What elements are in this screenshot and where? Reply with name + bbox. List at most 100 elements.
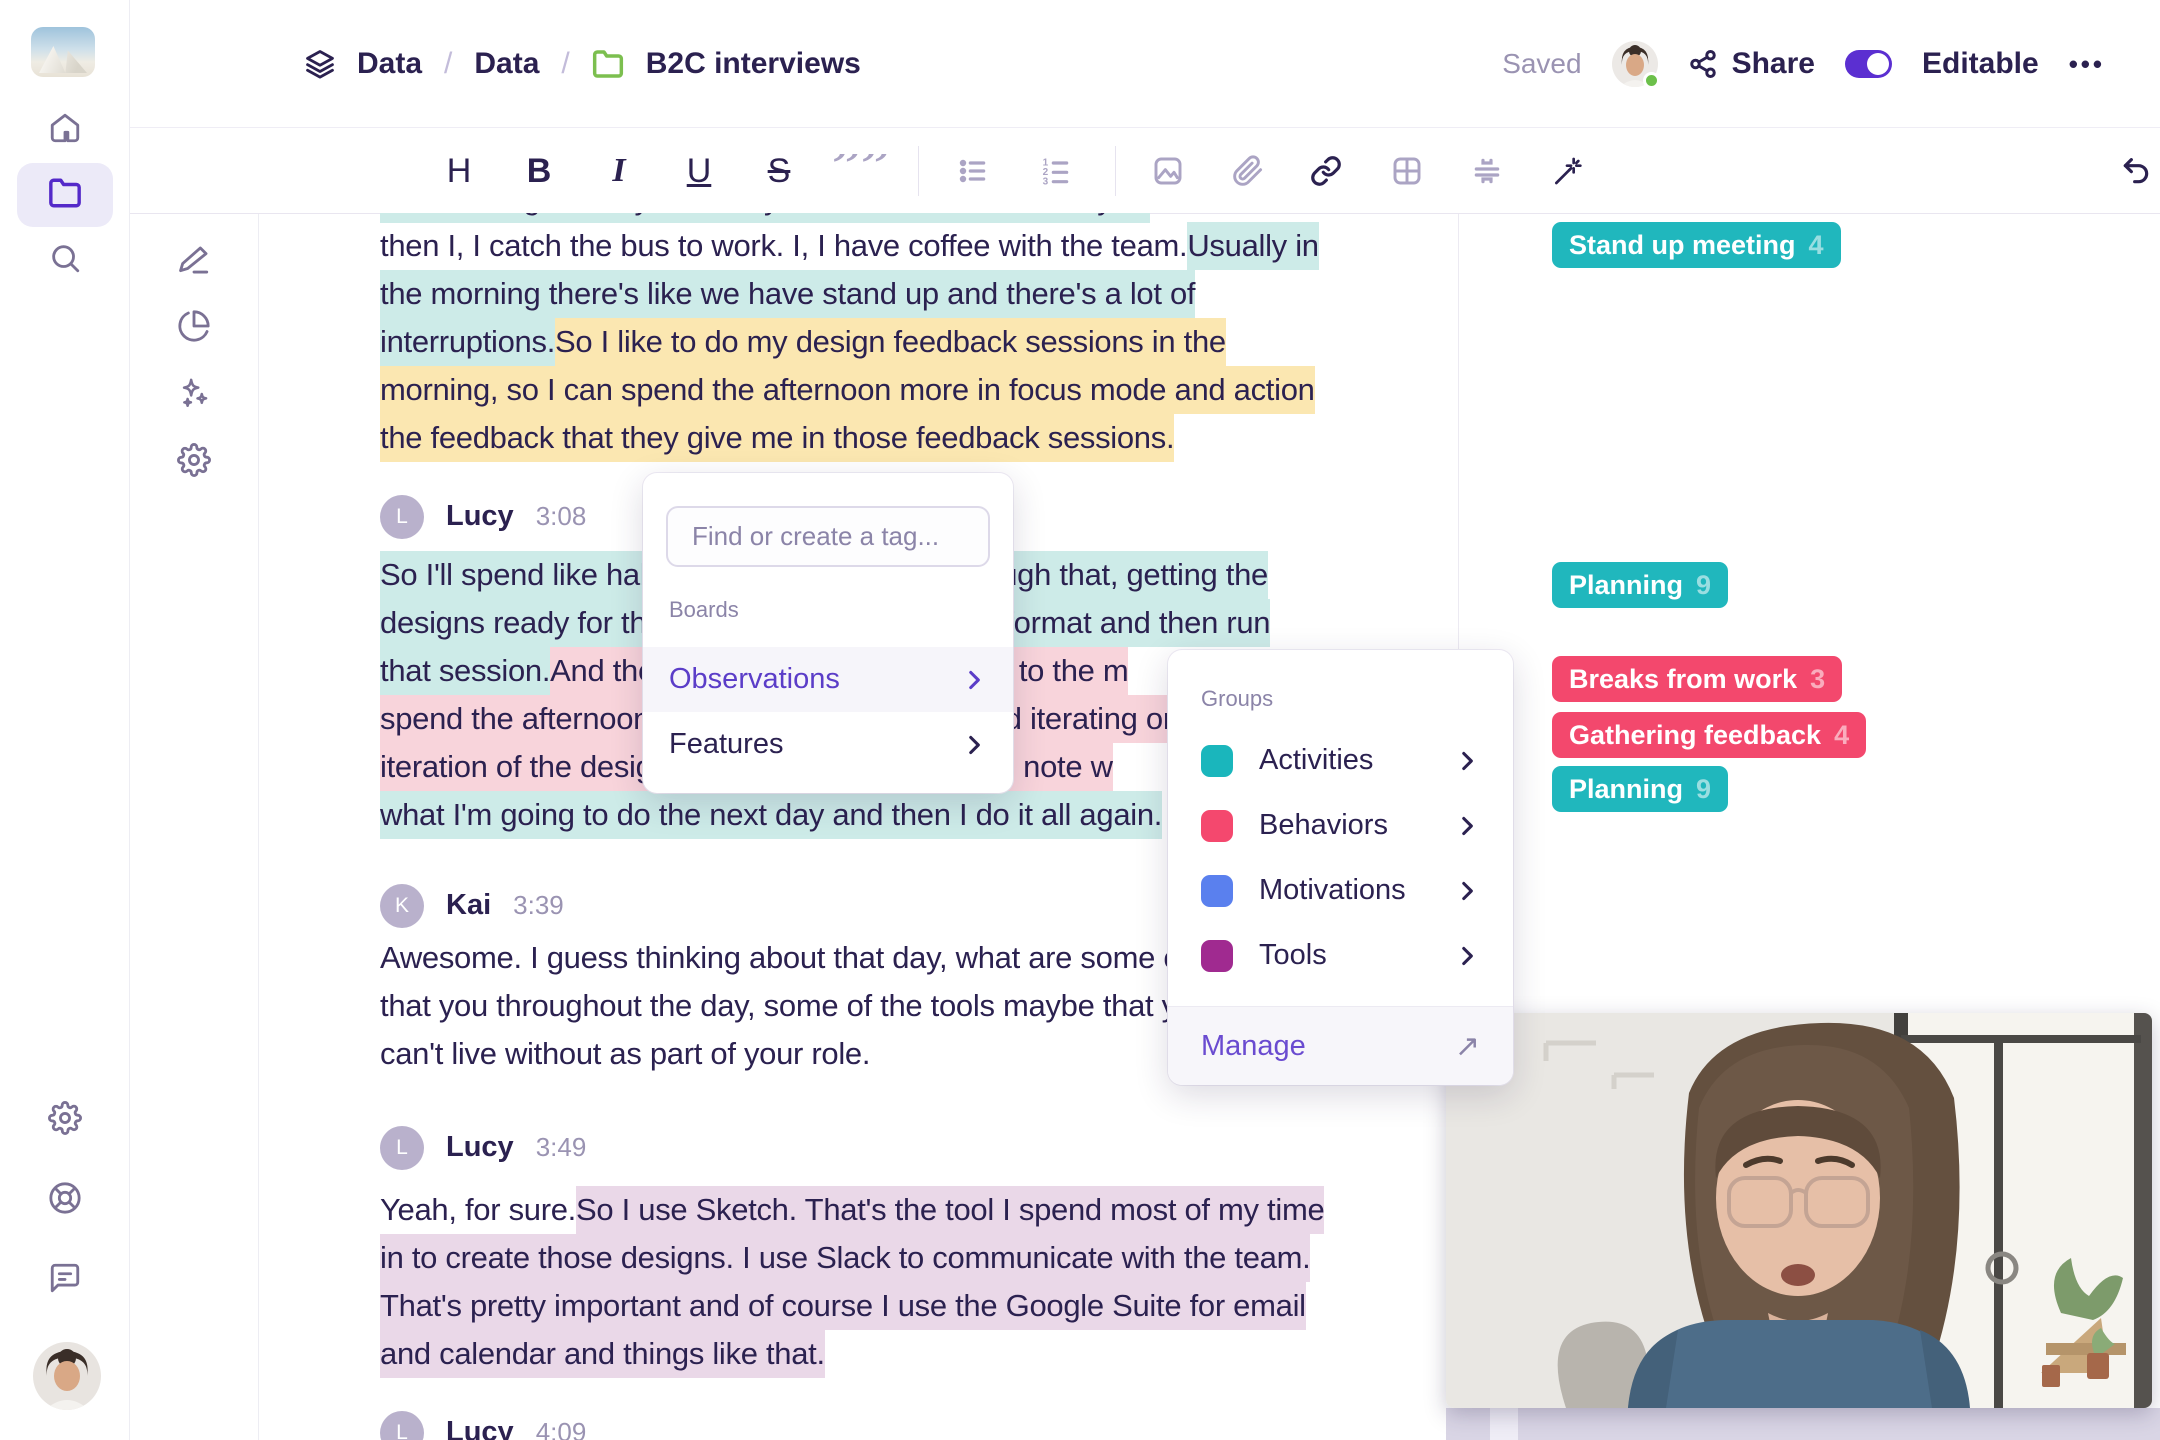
strikethrough-button[interactable]: S [751, 128, 807, 214]
highlight-magic-button[interactable] [1539, 128, 1595, 214]
quote-icon: ”” [832, 154, 888, 188]
link-button[interactable] [1298, 128, 1354, 214]
timestamp[interactable]: 3:49 [536, 1132, 587, 1163]
underline-button[interactable]: U [671, 128, 727, 214]
layers-icon [305, 49, 335, 79]
group-item-tools[interactable]: Tools [1168, 923, 1513, 988]
transcript-line[interactable]: in to create those designs. I use Slack … [380, 1234, 1310, 1282]
transcript-line[interactable]: can't live without as part of your role. [380, 1030, 870, 1078]
link-icon [1310, 155, 1342, 187]
highlight-purple[interactable]: So I use Sketch. That's the tool I spend… [576, 1186, 1324, 1234]
board-item-features[interactable]: Features [643, 712, 1013, 777]
highlight-purple[interactable]: in to create those designs. I use Slack … [380, 1234, 1310, 1282]
timestamp[interactable]: 3:39 [513, 890, 564, 921]
svg-text:3: 3 [1043, 176, 1049, 187]
board-item-observations[interactable]: Observations [643, 647, 1013, 712]
highlight-teal[interactable]: the morning there's like we have stand u… [380, 270, 1195, 318]
highlight-yellow[interactable]: morning, so I can spend the afternoon mo… [380, 366, 1315, 414]
transcript-line[interactable]: then I, I catch the bus to work. I, I ha… [380, 222, 1319, 270]
transcript-line[interactable]: and calendar and things like that. [380, 1330, 825, 1378]
tag-chip[interactable]: Planning 9 [1552, 562, 1728, 608]
collaborator-avatar[interactable] [1612, 41, 1658, 87]
highlight-purple[interactable]: and calendar and things like that. [380, 1330, 825, 1378]
blockquote-button[interactable]: ”” [832, 128, 888, 214]
breadcrumb-item[interactable]: Data [474, 47, 539, 81]
highlight-purple[interactable]: That's pretty important and of course I … [380, 1282, 1306, 1330]
boards-section-label: Boards [669, 597, 739, 623]
highlight-teal[interactable]: that session. [380, 647, 550, 695]
bullet-list-button[interactable] [945, 128, 1001, 214]
table-button[interactable] [1379, 128, 1435, 214]
tag-chip[interactable]: Planning 9 [1552, 766, 1728, 812]
group-item-behaviors[interactable]: Behaviors [1168, 793, 1513, 858]
numbered-list-button[interactable]: 123 [1028, 128, 1084, 214]
transcript-line[interactable]: morning, so I can spend the afternoon mo… [380, 366, 1315, 414]
sidebar-item-search[interactable] [17, 228, 113, 292]
board-label: Observations [669, 663, 840, 696]
workspace-logo[interactable] [31, 27, 95, 77]
sidebar-item-home[interactable] [17, 98, 113, 162]
plain-text[interactable]: can't live without as part of your role. [380, 1030, 870, 1078]
lifebuoy-icon [48, 1181, 82, 1220]
timestamp[interactable]: 3:08 [536, 501, 587, 532]
timestamp[interactable]: 4:09 [536, 1417, 587, 1440]
breadcrumb-item[interactable]: Data [357, 47, 422, 81]
help-button[interactable] [17, 1168, 113, 1232]
tab-magic[interactable] [146, 364, 242, 428]
divider-button[interactable] [1459, 128, 1515, 214]
tab-settings[interactable] [146, 430, 242, 494]
heading-button[interactable]: H [431, 128, 487, 214]
tab-charts[interactable] [146, 296, 242, 360]
attachment-button[interactable] [1220, 128, 1276, 214]
transcript-line[interactable]: what I'm going to do the next day and th… [380, 791, 1162, 839]
transcript-line[interactable]: Yeah, for sure. So I use Sketch. That's … [380, 1186, 1324, 1234]
tag-chip[interactable]: Stand up meeting 4 [1552, 222, 1841, 268]
italic-icon: I [612, 152, 625, 190]
chevron-right-icon [1454, 878, 1480, 904]
highlight-teal[interactable]: what I'm going to do the next day and th… [380, 791, 1162, 839]
tag-label: Planning [1569, 774, 1683, 805]
italic-button[interactable]: I [591, 128, 647, 214]
highlight-yellow[interactable]: So I like to do my design feedback sessi… [555, 318, 1226, 366]
editable-toggle[interactable] [1845, 50, 1892, 78]
share-button[interactable]: Share [1688, 47, 1815, 81]
highlight-teal[interactable]: interruptions. [380, 318, 555, 366]
plain-text[interactable]: Yeah, for sure. [380, 1186, 576, 1234]
highlighter-icon [177, 243, 211, 282]
user-avatar[interactable] [33, 1342, 101, 1410]
insert-image-button[interactable] [1140, 128, 1196, 214]
speaker-avatar: K [380, 884, 424, 928]
transcript-line[interactable]: That's pretty important and of course I … [380, 1282, 1306, 1330]
group-item-motivations[interactable]: Motivations [1168, 858, 1513, 923]
highlight-teal[interactable]: Usually in [1187, 222, 1318, 270]
tag-search-input[interactable] [666, 506, 990, 567]
transcript-line[interactable]: the morning there's like we have stand u… [380, 270, 1195, 318]
group-label: Activities [1259, 744, 1373, 777]
manage-tags-button[interactable]: Manage ↗ [1168, 1006, 1513, 1085]
tag-chip[interactable]: Gathering feedback 4 [1552, 712, 1866, 758]
interview-video-player[interactable] [1446, 1013, 2152, 1408]
tab-highlights[interactable] [146, 230, 242, 294]
tag-chip[interactable]: Breaks from work 3 [1552, 656, 1842, 702]
workspace-rail [0, 0, 130, 1440]
speaker-avatar: L [380, 495, 424, 539]
horizontal-rule-icon [1471, 155, 1503, 187]
settings-button[interactable] [17, 1088, 113, 1152]
transcript-line[interactable]: interruptions. So I like to do my design… [380, 318, 1226, 366]
undo-button[interactable] [2108, 128, 2160, 214]
feedback-button[interactable] [17, 1248, 113, 1312]
transcript-line[interactable]: the feedback that they give me in those … [380, 414, 1174, 462]
speaker-name: Lucy [446, 1131, 514, 1164]
groups-section-label: Groups [1201, 686, 1273, 712]
breadcrumb-item-current[interactable]: B2C interviews [646, 47, 861, 81]
bold-button[interactable]: B [511, 128, 567, 214]
plain-text[interactable]: then I, I catch the bus to work. I, I ha… [380, 222, 1187, 270]
chevron-right-icon [1454, 943, 1480, 969]
group-item-activities[interactable]: Activities [1168, 728, 1513, 793]
highlight-yellow[interactable]: the feedback that they give me in those … [380, 414, 1174, 462]
breadcrumb-separator: / [561, 47, 569, 81]
gear-icon [177, 443, 211, 482]
more-options-button[interactable]: ••• [2069, 49, 2105, 80]
tag-count: 3 [1810, 664, 1825, 695]
sidebar-item-projects[interactable] [17, 163, 113, 227]
